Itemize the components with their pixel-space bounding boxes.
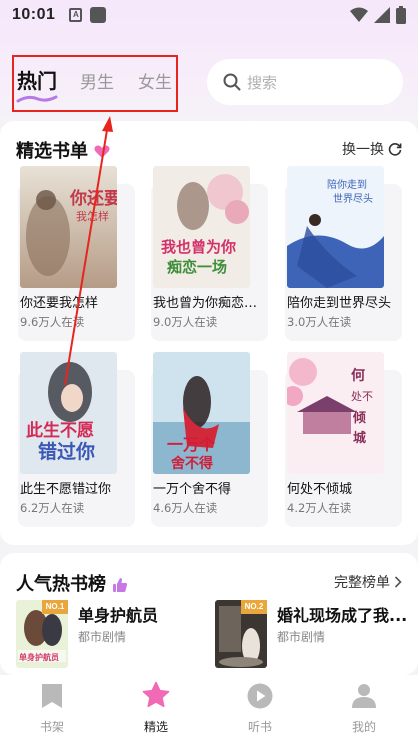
annotation-arrow	[64, 116, 113, 386]
